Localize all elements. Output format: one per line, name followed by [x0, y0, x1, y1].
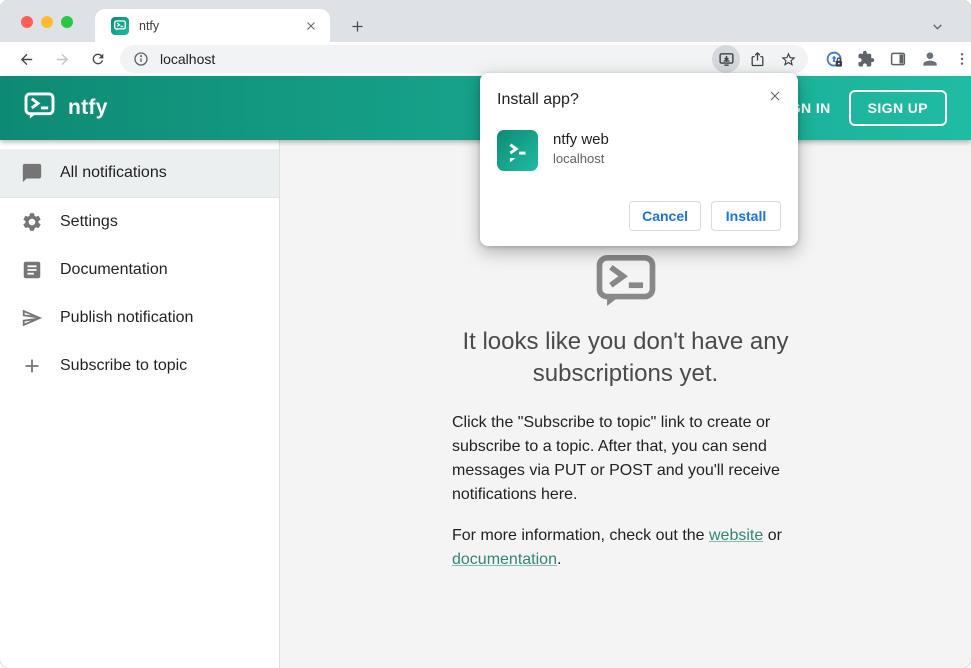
dialog-app-origin: localhost — [553, 151, 605, 166]
empty-state-heading: It looks like you don't have any subscri… — [462, 328, 789, 387]
close-window-button[interactable] — [21, 16, 33, 28]
install-app-dialog: Install app? ntfy web localhost Cancel I… — [480, 73, 798, 246]
ntfy-logo-icon — [24, 92, 55, 124]
extensions-puzzle-icon[interactable] — [852, 45, 880, 73]
reload-icon[interactable] — [84, 45, 112, 73]
install-app-icon[interactable] — [712, 45, 740, 73]
minimize-window-button[interactable] — [41, 16, 53, 28]
tab-title: ntfy — [139, 18, 160, 33]
ntfy-favicon-icon — [111, 16, 129, 35]
dialog-app-name: ntfy web — [553, 131, 609, 148]
browser-window: ntfy localhost ntfy SIGN IN SIGN UP All … — [0, 0, 971, 668]
dialog-close-icon[interactable] — [764, 85, 786, 107]
sidebar-item-all-notifications[interactable]: All notifications — [0, 149, 279, 197]
sidebar-item-settings[interactable]: Settings — [0, 198, 279, 246]
forward-icon — [48, 45, 76, 73]
send-icon — [21, 307, 43, 329]
sidebar-item-documentation[interactable]: Documentation — [0, 246, 279, 294]
empty-state-paragraph: Click the "Subscribe to topic" link to c… — [452, 413, 780, 503]
browser-toolbar: localhost — [0, 42, 971, 76]
tab-strip: ntfy — [0, 0, 971, 42]
brand-name: ntfy — [68, 96, 108, 119]
paragraph-text: . — [556, 550, 562, 568]
documentation-link[interactable]: documentation — [452, 551, 557, 568]
back-icon[interactable] — [12, 45, 40, 73]
kebab-menu-icon[interactable] — [948, 45, 971, 73]
sidebar-item-subscribe-to-topic[interactable]: Subscribe to topic — [0, 342, 279, 390]
sidebar-item-publish-notification[interactable]: Publish notification — [0, 294, 279, 342]
new-tab-button[interactable] — [344, 13, 370, 39]
paragraph-text: or — [763, 526, 782, 544]
window-controls — [21, 16, 73, 28]
gear-icon — [21, 211, 43, 233]
plus-icon — [21, 355, 43, 377]
onepassword-extension-icon[interactable] — [820, 45, 848, 73]
sidebar-item-label: Documentation — [60, 261, 168, 278]
cancel-button[interactable]: Cancel — [629, 201, 701, 231]
ntfy-app-icon — [497, 130, 538, 171]
extensions-area — [816, 45, 971, 73]
website-link[interactable]: website — [709, 527, 763, 544]
ntfy-watermark-logo-icon — [594, 254, 658, 312]
info-icon[interactable] — [130, 48, 152, 70]
address-bar[interactable]: localhost — [120, 45, 808, 73]
sidebar-item-label: Publish notification — [60, 309, 194, 326]
sidebar-item-label: All notifications — [60, 164, 167, 181]
tab-search-chevron-icon[interactable] — [925, 14, 949, 38]
sidebar-item-label: Subscribe to topic — [60, 357, 188, 374]
tab-close-icon[interactable] — [302, 17, 320, 35]
dialog-app-row: ntfy web localhost — [497, 130, 781, 171]
paragraph-text: For more information, check out the — [452, 526, 709, 544]
profile-avatar-icon[interactable] — [916, 45, 944, 73]
sidebar: All notifications Settings Documentation — [0, 140, 280, 668]
side-panel-icon[interactable] — [884, 45, 912, 73]
empty-state-paragraph-links: For more information, check out the webs… — [452, 524, 799, 572]
ntfy-brand: ntfy — [24, 92, 108, 124]
share-icon[interactable] — [743, 45, 771, 73]
address-url[interactable]: localhost — [160, 51, 709, 67]
install-button[interactable]: Install — [711, 201, 781, 231]
document-icon — [21, 259, 43, 281]
browser-tab-ntfy[interactable]: ntfy — [95, 9, 330, 42]
chat-icon — [21, 162, 43, 184]
bookmark-star-icon[interactable] — [774, 45, 802, 73]
sidebar-item-label: Settings — [60, 213, 118, 230]
dialog-title: Install app? — [497, 91, 579, 108]
maximize-window-button[interactable] — [61, 16, 73, 28]
sign-up-button[interactable]: SIGN UP — [848, 90, 947, 126]
